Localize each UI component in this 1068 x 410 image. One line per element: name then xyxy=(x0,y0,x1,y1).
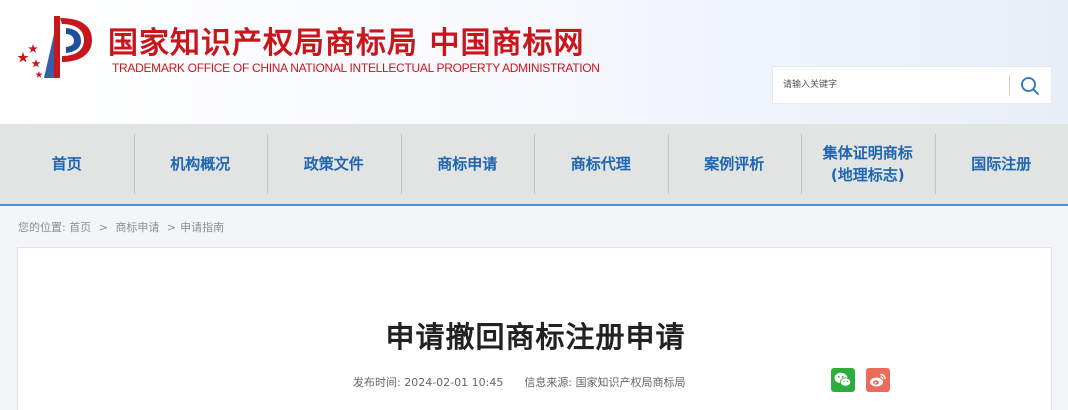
breadcrumb-guide-link[interactable]: 申请指南 xyxy=(180,221,224,234)
nav-item-application[interactable]: 商标申请 xyxy=(400,124,535,204)
site-header: 国家知识产权局商标局 中国商标网 TRADEMARK OFFICE OF CHI… xyxy=(0,0,1068,124)
nav-item-policy[interactable]: 政策文件 xyxy=(267,124,401,204)
nav-item-cases[interactable]: 案例评析 xyxy=(667,124,802,204)
nav-item-collective-marks[interactable]: 集体证明商标 (地理标志) xyxy=(801,124,935,204)
search-icon xyxy=(1021,77,1039,95)
share-weibo-button[interactable] xyxy=(866,368,890,392)
nav-item-label: 政策文件 xyxy=(303,155,364,173)
search-box xyxy=(772,66,1052,104)
site-logo-subtitle: TRADEMARK OFFICE OF CHINA NATIONAL INTEL… xyxy=(112,61,600,75)
share-wechat-button[interactable] xyxy=(831,368,855,392)
breadcrumb-home-link[interactable]: 首页 xyxy=(69,221,91,234)
breadcrumb-separator: > xyxy=(166,221,177,234)
breadcrumb: 您的位置: 首页 > 商标申请 > 申请指南 xyxy=(18,219,224,235)
site-logo-title[interactable]: 国家知识产权局商标局 中国商标网 xyxy=(108,18,584,62)
nav-item-agency[interactable]: 商标代理 xyxy=(534,124,668,204)
nav-item-label: 商标申请 xyxy=(437,155,498,173)
article-meta: 发布时间: 2024-02-01 10:45 信息来源: 国家知识产权局商标局 xyxy=(353,374,686,390)
wechat-icon xyxy=(834,372,852,387)
weibo-icon xyxy=(870,373,886,387)
nav-item-label: 案例评析 xyxy=(704,155,765,173)
article-source: 国家知识产权局商标局 xyxy=(575,376,686,389)
nav-item-label: 首页 xyxy=(51,155,82,173)
nav-item-home[interactable]: 首页 xyxy=(0,124,134,204)
search-divider xyxy=(1009,75,1010,95)
publish-time: 2024-02-01 10:45 xyxy=(404,376,504,389)
source-label: 信息来源: xyxy=(524,376,573,389)
nav-item-international[interactable]: 国际注册 xyxy=(934,124,1068,204)
article-card: 申请撤回商标注册申请 发布时间: 2024-02-01 10:45 信息来源: … xyxy=(17,247,1052,410)
cnipa-logo-icon[interactable] xyxy=(14,14,100,80)
search-button[interactable] xyxy=(1019,75,1041,97)
nav-item-label: 机构概况 xyxy=(170,155,231,173)
breadcrumb-application-link[interactable]: 商标申请 xyxy=(115,221,159,234)
publish-time-label: 发布时间: xyxy=(353,376,401,389)
article-title: 申请撤回商标注册申请 xyxy=(385,320,686,354)
main-nav: 首页 机构概况 政策文件 商标申请 商标代理 案例评析 集体证明商标 (地理标志… xyxy=(0,124,1068,206)
breadcrumb-separator: > xyxy=(98,221,108,234)
nav-item-organization[interactable]: 机构概况 xyxy=(133,124,268,204)
nav-item-label: 集体证明商标 (地理标志) xyxy=(822,144,913,184)
search-input[interactable] xyxy=(773,67,1009,103)
breadcrumb-prefix: 您的位置: xyxy=(18,221,66,234)
nav-item-label: 商标代理 xyxy=(570,155,631,173)
nav-item-label: 国际注册 xyxy=(971,155,1032,173)
